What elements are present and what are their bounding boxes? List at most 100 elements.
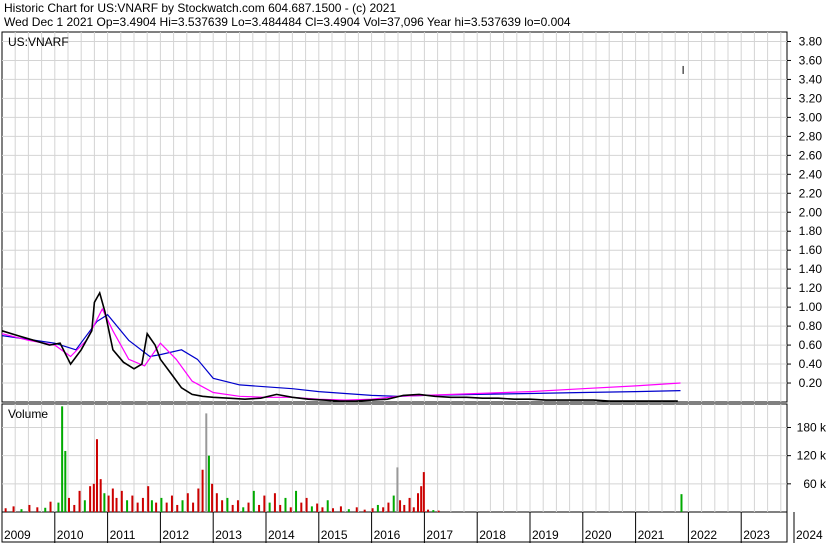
volume-bar	[371, 508, 374, 512]
year-label: 2009	[4, 528, 31, 542]
price-tick-label: 0.60	[799, 338, 823, 352]
volume-bar	[141, 497, 144, 512]
price-tick-label: 0.40	[799, 357, 823, 371]
volume-bar	[64, 450, 67, 512]
volume-bar	[201, 469, 204, 512]
volume-bar	[316, 503, 319, 512]
volume-bar	[147, 486, 150, 512]
volume-bar	[115, 497, 118, 512]
volume-bar	[170, 495, 173, 512]
volume-bar	[192, 502, 195, 512]
price-tick-label: 2.20	[799, 186, 823, 200]
volume-bar	[252, 490, 255, 512]
volume-tick-label: 60 k	[803, 477, 827, 491]
volume-bar	[155, 502, 158, 512]
volume-bar	[403, 504, 406, 512]
volume-bar	[437, 510, 440, 512]
volume-bar	[4, 508, 7, 512]
volume-bar	[78, 490, 81, 512]
volume-bar	[427, 509, 430, 512]
volume-bar	[73, 504, 76, 512]
volume-bar	[36, 507, 39, 512]
year-label: 2021	[638, 528, 665, 542]
year-label: 2015	[321, 528, 348, 542]
volume-bar	[347, 509, 350, 512]
volume-bar	[49, 501, 52, 512]
volume-bar	[321, 507, 324, 512]
volume-bar	[89, 486, 92, 512]
volume-bar	[92, 483, 95, 512]
volume-bar	[181, 500, 184, 512]
volume-bar	[20, 509, 23, 512]
volume-bar	[12, 506, 15, 512]
price-tick-label: 2.80	[799, 129, 823, 143]
volume-bar	[408, 497, 411, 512]
volume-bar	[226, 497, 229, 512]
volume-bar	[165, 502, 168, 512]
volume-bar	[197, 488, 200, 512]
volume-bar	[387, 502, 390, 512]
volume-bar	[417, 493, 420, 512]
volume-bar	[420, 486, 423, 512]
volume-bar	[150, 500, 153, 512]
volume-bar	[207, 455, 210, 512]
volume-bar	[363, 509, 366, 512]
price-tick-label: 3.00	[799, 110, 823, 124]
year-label: 2011	[110, 528, 136, 542]
volume-bar	[284, 497, 287, 512]
year-label: 2012	[162, 528, 189, 542]
year-label: 2019	[532, 528, 559, 542]
volume-bar	[205, 413, 208, 512]
volume-bar	[432, 510, 435, 512]
price-tick-label: 3.40	[799, 72, 823, 86]
volume-bar	[258, 504, 261, 512]
year-label: 2024	[796, 528, 823, 542]
price-tick-label: 2.00	[799, 205, 823, 219]
year-label: 2022	[690, 528, 717, 542]
volume-bar	[242, 507, 245, 512]
volume-bar	[422, 472, 425, 512]
volume-bar	[295, 490, 298, 512]
volume-bar	[61, 406, 64, 512]
stock-chart: 3.80 3.60 3.40 3.20 3.00 2.80 2.60 2.40 2.20 2.00…	[1, 31, 827, 543]
price-tick-label: 3.60	[799, 53, 823, 67]
volume-tick-label: 120 k	[797, 449, 827, 463]
price-tick-label: 2.60	[799, 148, 823, 162]
year-label: 2016	[374, 528, 401, 542]
volume-bar	[103, 493, 106, 512]
volume-bar	[310, 506, 313, 512]
volume-bar	[355, 507, 358, 512]
volume-bar	[376, 504, 379, 512]
volume-bar	[215, 493, 218, 512]
volume-bar	[126, 500, 129, 512]
volume-bar	[120, 490, 123, 512]
volume-bar	[263, 495, 266, 512]
volume-bar	[68, 497, 70, 512]
volume-bar	[392, 495, 395, 512]
volume-bar	[289, 507, 292, 512]
volume-bar	[57, 502, 60, 512]
volume-bar	[99, 479, 102, 512]
price-panel	[1, 31, 788, 403]
volume-bar	[231, 504, 234, 512]
volume-bar	[273, 493, 276, 512]
volume-panel-title: Volume	[8, 407, 48, 421]
volume-bar	[236, 500, 239, 512]
price-tick-label: 0.20	[799, 376, 823, 390]
volume-bar	[107, 495, 110, 512]
volume-bar	[95, 439, 98, 512]
volume-bar	[680, 494, 683, 512]
price-tick-label: 1.80	[799, 224, 823, 238]
price-tick-label: 1.40	[799, 262, 823, 276]
volume-bar	[305, 497, 308, 512]
volume-bar	[396, 467, 399, 512]
price-panel-title: US:VNARF	[8, 35, 69, 49]
year-label: 2020	[585, 528, 612, 542]
volume-bar	[131, 495, 134, 512]
volume-bar	[211, 483, 214, 512]
volume-bar	[186, 493, 189, 512]
price-tick-label: 1.60	[799, 243, 823, 257]
price-tick-label: 3.20	[799, 91, 823, 105]
price-tick-label: 1.00	[799, 300, 823, 314]
volume-bar	[412, 507, 415, 512]
